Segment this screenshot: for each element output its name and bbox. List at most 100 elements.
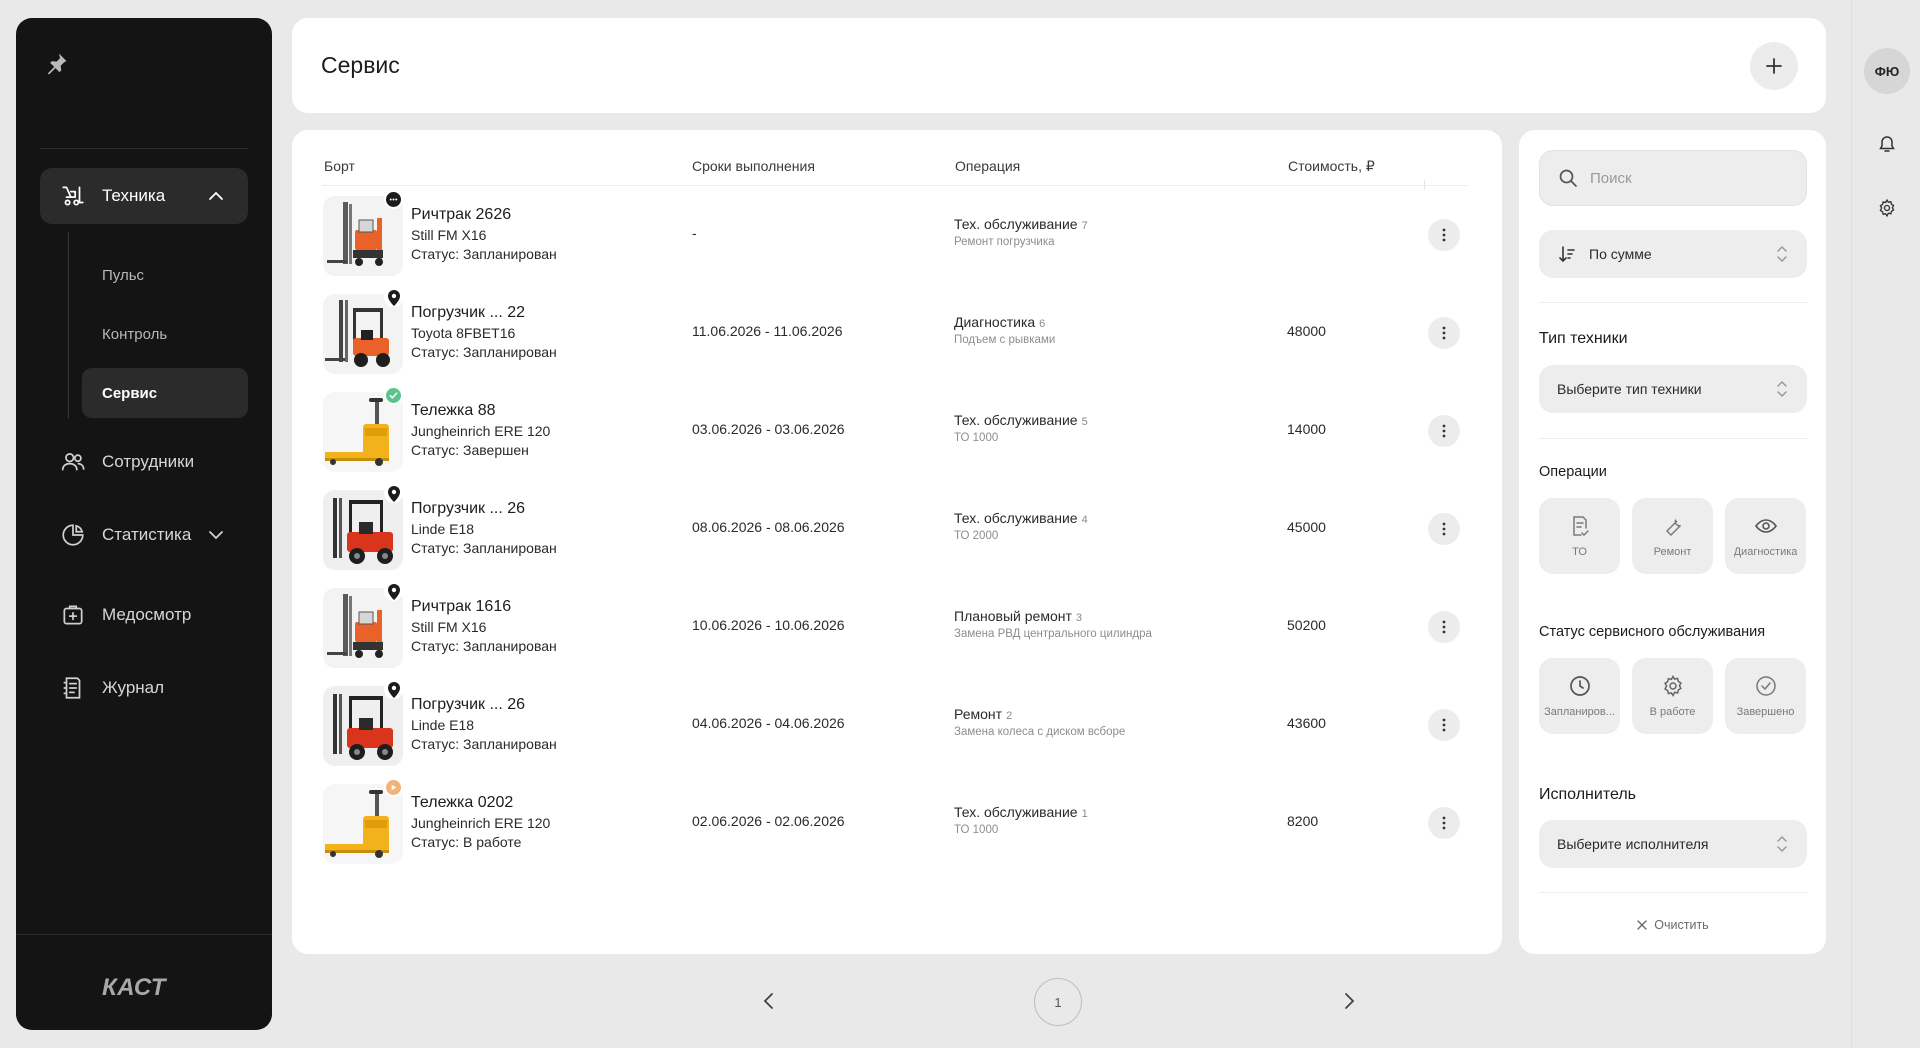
- vehicle-model: Jungheinrich ERE 120: [411, 815, 551, 831]
- gear-icon[interactable]: [1877, 198, 1897, 218]
- avatar[interactable]: ФЮ: [1864, 48, 1910, 94]
- vehicle-name[interactable]: Тележка 88: [411, 402, 496, 420]
- operation-description: Замена колеса с диском всборе: [954, 726, 1126, 738]
- row-menu-button[interactable]: [1428, 807, 1460, 839]
- wrench-icon: [1661, 514, 1685, 538]
- journal-icon: [60, 675, 86, 701]
- operation-tile-to[interactable]: ТО: [1539, 498, 1620, 574]
- operation-tile-diagnostics[interactable]: Диагностика: [1725, 498, 1806, 574]
- table-row[interactable]: Погрузчик ... 26 Linde E18 Статус: Заплани…: [292, 484, 1502, 582]
- more-vertical-icon: [1442, 522, 1446, 536]
- sort-select[interactable]: По сумме: [1539, 230, 1807, 278]
- vehicle-name[interactable]: Погрузчик ... 26: [411, 500, 525, 518]
- service-dates: 03.06.2026 - 03.06.2026: [692, 421, 845, 437]
- column-header-board[interactable]: Борт: [324, 158, 355, 174]
- vehicle-name[interactable]: Ричтрак 2626: [411, 206, 511, 224]
- vehicle-model: Toyota 8FBET16: [411, 325, 516, 341]
- operation-description: Замена РВД центрального цилиндра: [954, 628, 1152, 640]
- chevron-up-icon[interactable]: [206, 186, 226, 206]
- updown-chevron-icon: [1775, 244, 1789, 264]
- sidebar-subitem-service[interactable]: Сервис: [82, 368, 248, 418]
- service-dates: 02.06.2026 - 02.06.2026: [692, 813, 845, 829]
- pagination-next-button[interactable]: [1338, 990, 1360, 1012]
- sidebar-divider: [16, 934, 272, 935]
- pagination-page-1[interactable]: 1: [1034, 978, 1082, 1026]
- status-tile-in-progress[interactable]: В работе: [1632, 658, 1713, 734]
- add-button[interactable]: [1750, 42, 1798, 90]
- chevron-down-icon[interactable]: [206, 525, 226, 545]
- row-menu-button[interactable]: [1428, 317, 1460, 349]
- type-select[interactable]: Выберите тип техники: [1539, 365, 1807, 413]
- vehicle-model: Jungheinrich ERE 120: [411, 423, 551, 439]
- executor-select[interactable]: Выберите исполнителя: [1539, 820, 1807, 868]
- sidebar-item-tehnika[interactable]: Техника: [40, 168, 248, 224]
- row-menu-button[interactable]: [1428, 611, 1460, 643]
- submenu-line: [68, 232, 69, 418]
- operation-name: Тех. обслуживание 4: [954, 510, 1088, 526]
- operation-tile-repair[interactable]: Ремонт: [1632, 498, 1713, 574]
- pie-chart-icon: [60, 522, 86, 548]
- vehicle-name[interactable]: Ричтрак 1616: [411, 598, 511, 616]
- sidebar-item-statistics[interactable]: Статистика: [40, 507, 248, 563]
- operation-description: ТО 1000: [954, 824, 999, 836]
- vehicle-name[interactable]: Погрузчик ... 22: [411, 304, 525, 322]
- sidebar-subitem-control[interactable]: Контроль: [82, 309, 248, 359]
- service-dates: 10.06.2026 - 10.06.2026: [692, 617, 845, 633]
- right-rail: ФЮ: [1851, 0, 1920, 1048]
- sidebar-item-medical[interactable]: Медосмотр: [40, 587, 248, 643]
- sidebar-divider: [40, 148, 248, 149]
- vehicle-name[interactable]: Погрузчик ... 26: [411, 696, 525, 714]
- operation-count: 5: [1081, 416, 1088, 428]
- row-menu-button[interactable]: [1428, 219, 1460, 251]
- forklift-icon: [60, 183, 86, 209]
- vehicle-name[interactable]: Тележка 0202: [411, 794, 513, 812]
- column-header-operation[interactable]: Операция: [955, 158, 1020, 174]
- table-row[interactable]: Погрузчик ... 22 Toyota 8FBET16 Статус: За…: [292, 288, 1502, 386]
- row-menu-button[interactable]: [1428, 415, 1460, 447]
- operation-count: 1: [1081, 808, 1088, 820]
- row-menu-button[interactable]: [1428, 709, 1460, 741]
- table-row[interactable]: Ричтрак 2626 Still FM X16 Статус: Запланир…: [292, 190, 1502, 288]
- chat-badge-icon: [384, 190, 403, 209]
- operation-description: Ремонт погрузчика: [954, 236, 1055, 248]
- sidebar-item-employees[interactable]: Сотрудники: [40, 434, 248, 490]
- column-header-dates[interactable]: Сроки выполнения: [692, 158, 815, 174]
- clear-filters-button[interactable]: Очистить: [1519, 918, 1826, 932]
- service-cost: 50200: [1287, 617, 1326, 633]
- sidebar-item-journal[interactable]: Журнал: [40, 660, 248, 716]
- eye-icon: [1754, 514, 1778, 538]
- search-input[interactable]: Поиск: [1539, 150, 1807, 206]
- operations-label: Операции: [1539, 464, 1607, 480]
- column-header-cost[interactable]: Стоимость, ₽: [1288, 158, 1375, 175]
- table-row[interactable]: Ричтрак 1616 Still FM X16 Статус: Запланир…: [292, 582, 1502, 680]
- close-icon: [1637, 920, 1647, 930]
- location-pin-icon: [384, 288, 403, 307]
- page-title: Сервис: [321, 52, 400, 78]
- more-vertical-icon: [1442, 326, 1446, 340]
- pagination-prev-button[interactable]: [758, 990, 780, 1012]
- pin-icon[interactable]: [42, 50, 70, 78]
- sidebar-subitem-pulse[interactable]: Пульс: [82, 250, 248, 300]
- table-row[interactable]: Тележка 0202 Jungheinrich ERE 120 Статус: …: [292, 778, 1502, 876]
- updown-chevron-icon: [1775, 834, 1789, 854]
- status-tile-done[interactable]: Завершено: [1725, 658, 1806, 734]
- status-tile-planned[interactable]: Запланиров...: [1539, 658, 1620, 734]
- sidebar-item-label: Журнал: [102, 678, 165, 697]
- service-dates: 08.06.2026 - 08.06.2026: [692, 519, 845, 535]
- service-table: Борт Сроки выполнения Операция Стоимость…: [292, 130, 1502, 954]
- table-row[interactable]: Погрузчик ... 26 Linde E18 Статус: Заплани…: [292, 680, 1502, 778]
- operation-name: Тех. обслуживание 7: [954, 216, 1088, 232]
- vehicle-model: Still FM X16: [411, 227, 487, 243]
- more-vertical-icon: [1442, 228, 1446, 242]
- sidebar-item-label: Статистика: [102, 525, 192, 544]
- gear-icon: [1661, 674, 1685, 698]
- chevron-left-icon: [763, 993, 773, 1009]
- vehicle-status: Статус: В работе: [411, 834, 522, 850]
- table-row[interactable]: Тележка 88 Jungheinrich ERE 120 Статус: За…: [292, 386, 1502, 484]
- column-resize-handle[interactable]: [1424, 180, 1425, 190]
- operation-description: Подъем с рывками: [954, 334, 1056, 346]
- bell-icon[interactable]: [1877, 134, 1897, 154]
- row-menu-button[interactable]: [1428, 513, 1460, 545]
- operation-title: Диагностика: [954, 314, 1036, 330]
- vehicle-status: Статус: Запланирован: [411, 540, 557, 556]
